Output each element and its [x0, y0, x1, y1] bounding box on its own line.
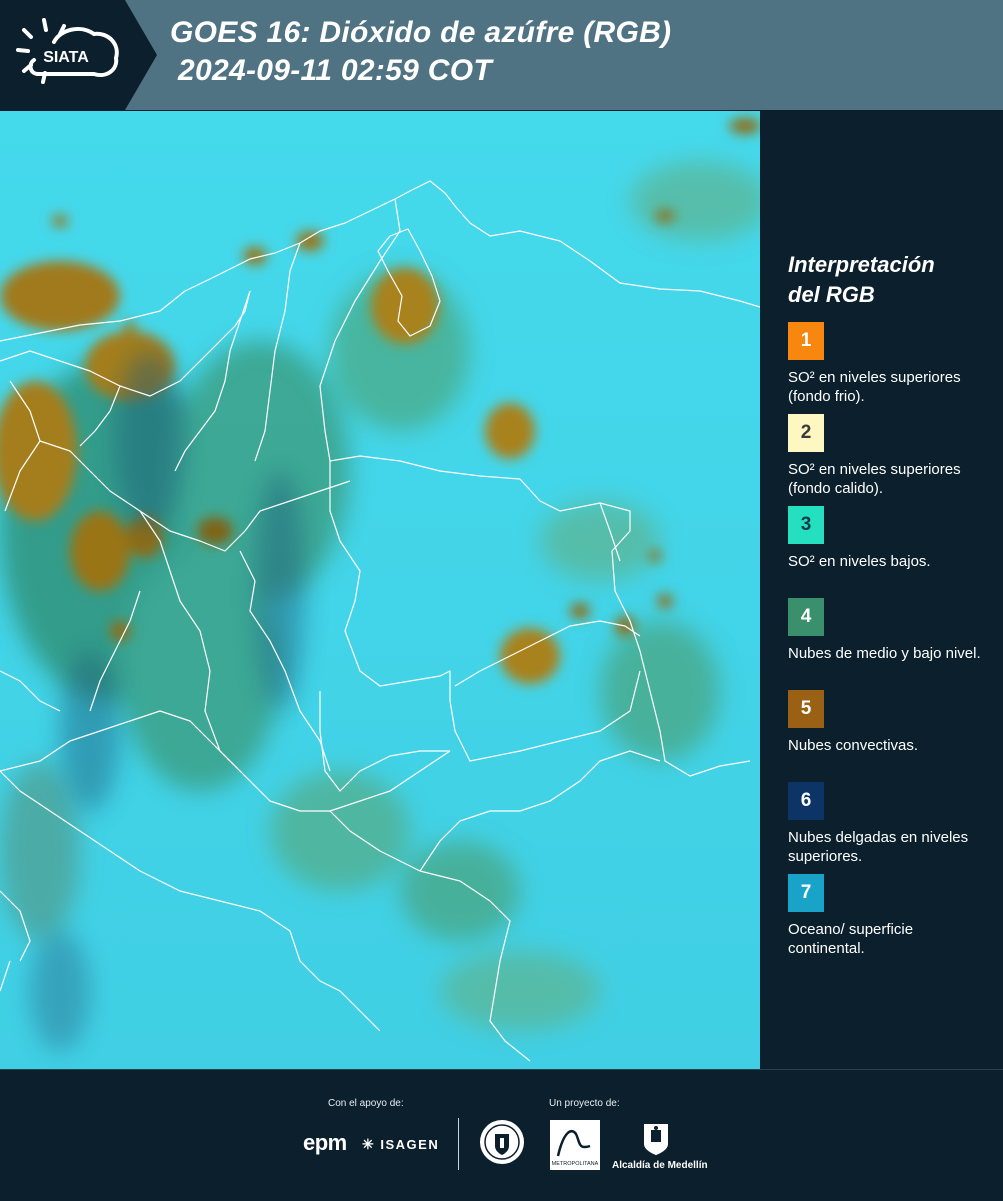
satellite-map[interactable] — [0, 111, 760, 1069]
header-bar: SIATA GOES 16: Dióxido de azúfre (RGB) 2… — [0, 0, 1003, 110]
legend-label-3: SO² en niveles bajos. — [788, 553, 931, 570]
alcaldia-crest-icon — [644, 1124, 668, 1155]
isagen-mark-icon: ✳ — [362, 1136, 376, 1152]
title-line-2: 2024-09-11 02:59 COT — [178, 54, 492, 87]
page-title: GOES 16: Dióxido de azúfre (RGB) 2024-09… — [170, 14, 671, 90]
support-label: Con el apoyo de: — [328, 1098, 404, 1109]
logo-text: SIATA — [43, 49, 89, 66]
legend-swatch-1: 1 — [788, 322, 824, 360]
legend-item-4: 4 Nubes de medio y bajo nivel. — [788, 598, 993, 682]
area-text: METROPOLITANA — [552, 1161, 599, 1167]
legend-swatch-3: 3 — [788, 506, 824, 544]
legend-label-2: SO² en niveles superiores (fondo calido)… — [788, 461, 961, 497]
legend-title-line-2: del RGB — [788, 282, 875, 307]
legend-item-7: 7 Oceano/ superficie continental. — [788, 874, 993, 958]
legend-swatch-6: 6 — [788, 782, 824, 820]
legend-item-3: 3 SO² en niveles bajos. — [788, 506, 993, 590]
epm-logo: epm — [303, 1130, 347, 1155]
area-metropolitana-logo-icon: METROPOLITANA — [550, 1120, 600, 1170]
legend-item-5: 5 Nubes convectivas. — [788, 690, 993, 774]
legend-label-1: SO² en niveles superiores (fondo frio). — [788, 369, 961, 405]
legend-swatch-2: 2 — [788, 414, 824, 452]
project-label: Un proyecto de: — [549, 1098, 620, 1109]
legend-item-2: 2 SO² en niveles superiores (fondo calido… — [788, 414, 993, 498]
legend-swatch-4: 4 — [788, 598, 824, 636]
legend-title: Interpretación del RGB — [788, 250, 993, 310]
title-line-1: GOES 16: Dióxido de azúfre (RGB) — [170, 16, 672, 49]
legend-label-4: Nubes de medio y bajo nivel. — [788, 645, 981, 662]
legend-label-6: Nubes delgadas en niveles superiores. — [788, 829, 969, 865]
legend-title-line-1: Interpretación — [788, 252, 935, 277]
isagen-logo: ✳ ISAGEN — [362, 1136, 439, 1153]
map-canvas — [0, 111, 760, 1069]
legend-label-7: Oceano/ superficie continental. — [788, 921, 914, 957]
alcaldia-text: Alcaldía de Medellín — [612, 1160, 708, 1171]
rgb-legend: Interpretación del RGB 1 SO² en niveles s… — [788, 250, 993, 966]
legend-swatch-5: 5 — [788, 690, 824, 728]
legend-items: 1 SO² en niveles superiores (fondo frio).… — [788, 322, 993, 958]
footer-divider — [458, 1118, 459, 1170]
legend-label-5: Nubes convectivas. — [788, 737, 919, 754]
legend-swatch-7: 7 — [788, 874, 824, 912]
isagen-text: ISAGEN — [380, 1137, 440, 1152]
footer: Con el apoyo de: Un proyecto de: epm ✳ I… — [0, 1069, 1003, 1201]
logo-tab: SIATA — [0, 0, 157, 110]
legend-item-1: 1 SO² en niveles superiores (fondo frio). — [788, 322, 993, 406]
siata-logo-icon: SIATA — [16, 18, 119, 84]
medellin-seal-icon — [480, 1120, 524, 1164]
legend-item-6: 6 Nubes delgadas en niveles superiores. — [788, 782, 993, 866]
